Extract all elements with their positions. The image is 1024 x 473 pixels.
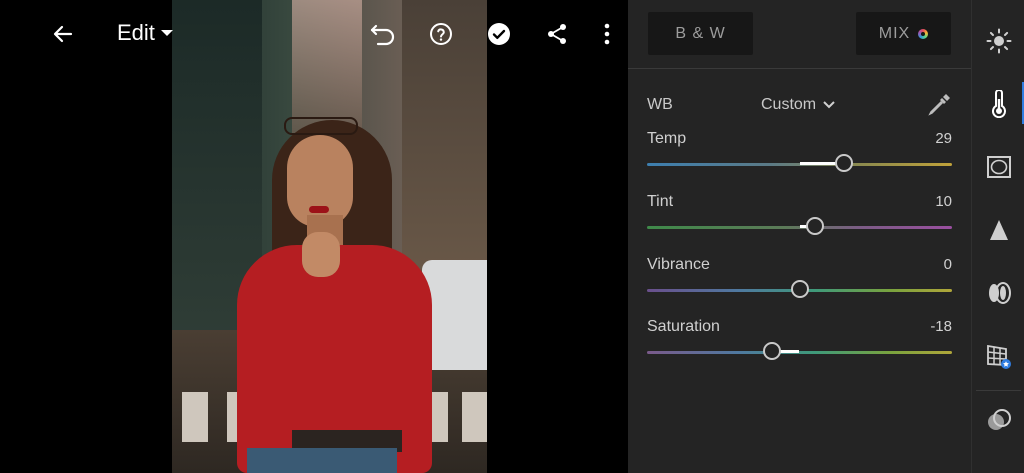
top-toolbar: Edit <box>0 0 628 68</box>
color-panel-header: B & W MIX <box>628 0 971 69</box>
light-icon[interactable] <box>984 26 1014 56</box>
effects-vignette-icon[interactable] <box>984 152 1014 182</box>
saturation-value: -18 <box>930 318 952 335</box>
tint-value: 10 <box>935 193 952 210</box>
saturation-slider: Saturation -18 <box>647 318 952 368</box>
share-icon[interactable] <box>540 17 574 51</box>
geometry-grid-icon[interactable] <box>984 341 1014 371</box>
wb-preset-value: Custom <box>761 96 817 113</box>
edit-mode-label: Edit <box>117 20 155 45</box>
photo-preview[interactable] <box>172 0 487 473</box>
photo-hand <box>302 232 340 277</box>
photo-sunglasses <box>284 117 358 135</box>
saturation-track[interactable] <box>647 351 952 354</box>
edit-mode-dropdown[interactable]: Edit <box>117 20 173 46</box>
photo-canvas <box>0 0 628 473</box>
temp-slider: Temp 29 <box>647 130 952 180</box>
undo-icon[interactable] <box>366 17 400 51</box>
photo-lips <box>309 206 329 213</box>
bw-button-label: B & W <box>675 24 726 42</box>
mix-button-label: MIX <box>878 24 911 42</box>
temp-value: 29 <box>935 130 952 147</box>
back-arrow-icon[interactable] <box>46 17 80 51</box>
tool-sidebar <box>971 0 1024 473</box>
more-vert-icon[interactable] <box>590 17 624 51</box>
saturation-thumb[interactable] <box>763 342 782 360</box>
tint-thumb[interactable] <box>805 217 824 235</box>
help-icon[interactable] <box>424 17 458 51</box>
vibrance-thumb[interactable] <box>790 280 809 298</box>
color-wheel-icon <box>918 28 929 39</box>
vibrance-value: 0 <box>943 256 952 273</box>
chevron-down-icon <box>823 101 835 109</box>
photo-crosswalk-stripe <box>462 392 487 442</box>
mix-button[interactable]: MIX <box>856 12 951 55</box>
tint-label: Tint <box>647 193 674 210</box>
vibrance-slider: Vibrance 0 <box>647 256 952 306</box>
photo-crosswalk-stripe <box>182 392 208 442</box>
wb-label: WB <box>647 96 673 113</box>
bw-button[interactable]: B & W <box>648 12 753 55</box>
detail-sharpen-icon[interactable] <box>984 215 1014 245</box>
optics-lens-icon[interactable] <box>984 278 1014 308</box>
photo-face <box>287 135 353 227</box>
temp-label: Temp <box>647 130 687 147</box>
presets-overlay-icon[interactable] <box>984 405 1014 435</box>
done-check-icon[interactable] <box>482 17 516 51</box>
white-balance-row: WB Custom <box>647 92 952 116</box>
photo-jeans <box>247 448 397 473</box>
vibrance-label: Vibrance <box>647 256 710 273</box>
temp-thumb[interactable] <box>834 154 853 172</box>
wb-preset-dropdown[interactable]: Custom <box>761 96 835 114</box>
saturation-label: Saturation <box>647 318 720 335</box>
sidebar-divider <box>976 390 1021 391</box>
caret-down-icon <box>160 30 173 36</box>
eyedropper-icon[interactable] <box>926 92 952 118</box>
color-panel: B & W MIX WB Custom Temp 29 Tint 10 Vibr… <box>628 0 971 473</box>
color-thermometer-icon[interactable] <box>984 89 1014 119</box>
tint-slider: Tint 10 <box>647 193 952 243</box>
